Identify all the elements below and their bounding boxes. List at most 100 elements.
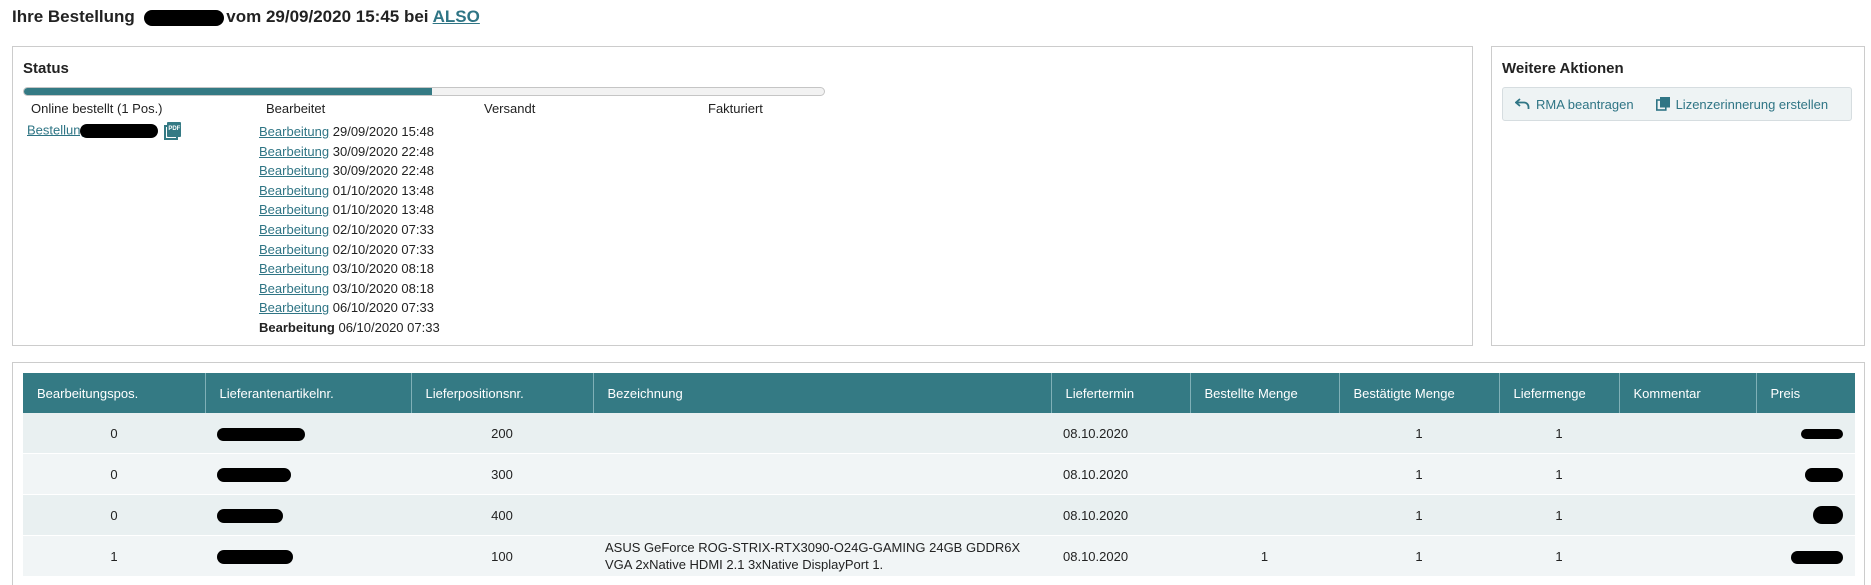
- order-link[interactable]: Bestellung: [27, 122, 88, 137]
- cell-desc: [593, 494, 1051, 536]
- cell-pos: 0: [23, 494, 205, 536]
- cell-delivered: 1: [1499, 494, 1619, 536]
- cell-ordered: [1190, 453, 1339, 495]
- event-link[interactable]: Bearbeitung: [259, 242, 329, 257]
- event-link[interactable]: Bearbeitung: [259, 261, 329, 276]
- status-event: Bearbeitung 29/09/2020 15:48: [259, 122, 440, 142]
- status-title: Status: [23, 60, 69, 77]
- cell-article-redacted: [205, 413, 411, 454]
- step-online-bestellt: Online bestellt (1 Pos.): [31, 101, 163, 116]
- status-progress-bar: [23, 87, 825, 96]
- cell-ordered: 1: [1190, 535, 1339, 577]
- positions-table: Bearbeitungspos. Lieferantenartikelnr. L…: [23, 373, 1855, 577]
- status-event: Bearbeitung 02/10/2020 07:33: [259, 220, 440, 240]
- actions-panel: Weitere Aktionen RMA beantragen Lizenzer…: [1491, 46, 1865, 346]
- cell-comment: [1619, 494, 1756, 536]
- cell-desc: ASUS GeForce ROG-STRIX-RTX3090-O24G-GAMI…: [593, 535, 1051, 577]
- col-header[interactable]: Preis: [1756, 373, 1855, 413]
- event-link[interactable]: Bearbeitung: [259, 222, 329, 237]
- step-versandt: Versandt: [484, 101, 536, 116]
- license-reminder-button[interactable]: Lizenzerinnerung erstellen: [1655, 96, 1829, 112]
- cell-article-redacted: [205, 494, 411, 536]
- step-fakturiert: Fakturiert: [708, 101, 763, 116]
- title-middle: vom 29/09/2020 15:45 bei: [226, 7, 429, 26]
- table-header-row: Bearbeitungspos. Lieferantenartikelnr. L…: [23, 373, 1855, 413]
- cell-lpos: 300: [411, 453, 593, 495]
- status-event: Bearbeitung 30/09/2020 22:48: [259, 142, 440, 162]
- status-event-current: Bearbeitung 06/10/2020 07:33: [259, 318, 440, 338]
- rma-label: RMA beantragen: [1536, 96, 1634, 112]
- event-date: 01/10/2020 13:48: [332, 202, 434, 218]
- col-header[interactable]: Kommentar: [1619, 373, 1757, 413]
- col-header[interactable]: Lieferantenartikelnr.: [205, 373, 412, 413]
- event-date: 06/10/2020 07:33: [338, 319, 440, 335]
- cell-date: 08.10.2020: [1051, 494, 1190, 536]
- status-event: Bearbeitung 01/10/2020 13:48: [259, 181, 440, 201]
- event-link[interactable]: Bearbeitung: [259, 144, 329, 159]
- event-date: 06/10/2020 07:33: [332, 300, 434, 316]
- event-date: 03/10/2020 08:18: [332, 261, 434, 277]
- event-link[interactable]: Bearbeitung: [259, 124, 329, 139]
- cell-comment: [1619, 413, 1756, 454]
- cell-delivered: 1: [1499, 413, 1619, 454]
- cell-ordered: [1190, 413, 1339, 454]
- event-link[interactable]: Bearbeitung: [259, 202, 329, 217]
- table-row: 0 200 08.10.2020 1 1: [23, 413, 1855, 454]
- cell-pos: 0: [23, 413, 205, 454]
- cell-price-redacted: [1756, 494, 1855, 536]
- page-title: Ihre Bestellung vom 29/09/2020 15:45 bei…: [12, 7, 480, 27]
- event-link[interactable]: Bearbeitung: [259, 300, 329, 315]
- actions-title: Weitere Aktionen: [1502, 60, 1624, 77]
- positions-panel: Bearbeitungspos. Lieferantenartikelnr. L…: [12, 362, 1865, 585]
- status-event: Bearbeitung 01/10/2020 13:48: [259, 200, 440, 220]
- event-date: 02/10/2020 07:33: [332, 221, 434, 237]
- cell-pos: 1: [23, 535, 205, 577]
- cell-comment: [1619, 453, 1756, 495]
- event-date: 02/10/2020 07:33: [332, 241, 434, 257]
- cell-lpos: 200: [411, 413, 593, 454]
- cell-delivered: 1: [1499, 453, 1619, 495]
- cell-confirmed: 1: [1339, 494, 1499, 536]
- event-link[interactable]: Bearbeitung: [259, 163, 329, 178]
- cell-pos: 0: [23, 453, 205, 495]
- event-link[interactable]: Bearbeitung: [259, 281, 329, 296]
- col-header[interactable]: Bestätigte Menge: [1339, 373, 1500, 413]
- status-events-list: Bearbeitung 29/09/2020 15:48 Bearbeitung…: [259, 122, 440, 338]
- cell-confirmed: 1: [1339, 413, 1499, 454]
- cell-lpos: 100: [411, 535, 593, 577]
- step-bearbeitet: Bearbeitet: [266, 101, 326, 116]
- table-row: 0 400 08.10.2020 1 1: [23, 494, 1855, 536]
- col-header[interactable]: Bestellte Menge: [1190, 373, 1340, 413]
- status-event: Bearbeitung 30/09/2020 22:48: [259, 161, 440, 181]
- redacted-order-id: [79, 124, 158, 138]
- status-progress-fill: [24, 88, 432, 95]
- col-header[interactable]: Lieferpositionsnr.: [411, 373, 594, 413]
- col-header[interactable]: Bearbeitungspos.: [23, 373, 206, 413]
- status-event: Bearbeitung 06/10/2020 07:33: [259, 298, 440, 318]
- cell-date: 08.10.2020: [1051, 413, 1190, 454]
- cell-confirmed: 1: [1339, 453, 1499, 495]
- event-link[interactable]: Bearbeitung: [259, 183, 329, 198]
- status-panel: Status Online bestellt (1 Pos.) Bearbeit…: [12, 46, 1473, 346]
- event-date: 29/09/2020 15:48: [332, 124, 434, 139]
- pdf-icon[interactable]: PDF: [164, 122, 182, 140]
- event-date: 03/10/2020 08:18: [332, 280, 434, 296]
- supplier-link[interactable]: ALSO: [433, 7, 480, 26]
- cell-comment: [1619, 535, 1756, 577]
- cell-price-redacted: [1756, 413, 1855, 454]
- cell-article-redacted: [205, 453, 411, 495]
- cell-delivered: 1: [1499, 535, 1619, 577]
- rma-button[interactable]: RMA beantragen: [1515, 97, 1634, 112]
- col-header[interactable]: Liefertermin: [1051, 373, 1191, 413]
- cell-date: 08.10.2020: [1051, 453, 1190, 495]
- table-row: 0 300 08.10.2020 1 1: [23, 453, 1855, 495]
- status-event: Bearbeitung 02/10/2020 07:33: [259, 240, 440, 260]
- license-label: Lizenzerinnerung erstellen: [1675, 96, 1829, 112]
- status-event: Bearbeitung 03/10/2020 08:18: [259, 259, 440, 279]
- table-row: 1 100 ASUS GeForce ROG-STRIX-RTX3090-O24…: [23, 535, 1855, 577]
- col-header[interactable]: Liefermenge: [1499, 373, 1620, 413]
- col-header[interactable]: Bezeichnung: [593, 373, 1052, 413]
- cell-price-redacted: [1756, 535, 1855, 577]
- title-prefix: Ihre Bestellung: [12, 7, 135, 26]
- actions-toolbar: RMA beantragen Lizenzerinnerung erstelle…: [1502, 87, 1852, 121]
